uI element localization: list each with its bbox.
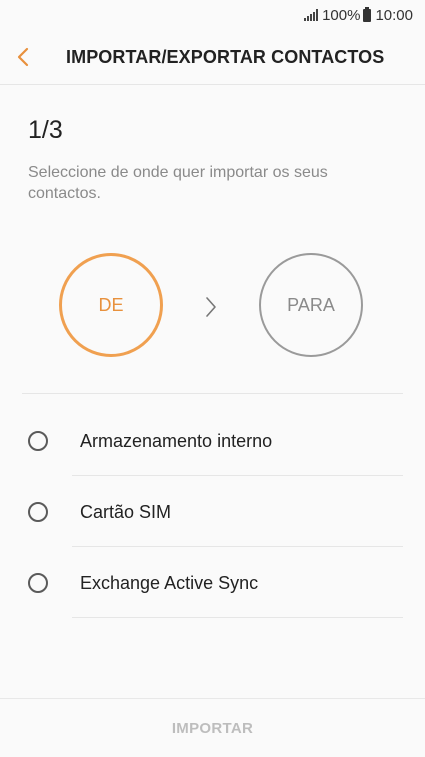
- step-indicator: 1/3: [28, 116, 63, 144]
- divider: [22, 393, 403, 394]
- to-label: PARA: [287, 294, 335, 315]
- battery-icon: [363, 6, 372, 22]
- option-internal-storage[interactable]: Armazenamento interno: [0, 406, 425, 476]
- back-button[interactable]: [16, 35, 60, 79]
- divider: [72, 475, 403, 476]
- signal-icon: [303, 9, 319, 21]
- battery-percent: 100%: [322, 6, 361, 24]
- chevron-right-icon: [206, 297, 216, 317]
- chevron-left-icon: [17, 47, 29, 67]
- option-label: Cartão SIM: [80, 501, 172, 522]
- app-bar: IMPORTAR/EXPORTAR CONTACTOS: [0, 30, 425, 85]
- to-step-circle: PARA: [259, 253, 363, 357]
- radio-button[interactable]: [28, 431, 48, 451]
- import-button[interactable]: IMPORTAR: [172, 720, 253, 737]
- option-exchange-active-sync[interactable]: Exchange Active Sync: [0, 548, 425, 618]
- option-label: Armazenamento interno: [80, 430, 273, 451]
- from-label: DE: [98, 294, 124, 315]
- option-sim-card[interactable]: Cartão SIM: [0, 477, 425, 547]
- radio-button[interactable]: [28, 502, 48, 522]
- radio-button[interactable]: [28, 573, 48, 593]
- bottom-bar: IMPORTAR: [0, 698, 425, 757]
- from-step-circle: DE: [59, 253, 163, 357]
- instructions-text: Seleccione de onde quer importar os seus…: [28, 164, 328, 202]
- option-label: Exchange Active Sync: [80, 572, 259, 593]
- divider: [72, 546, 403, 547]
- page-title: IMPORTAR/EXPORTAR CONTACTOS: [66, 46, 385, 67]
- status-bar: 100% 10:00: [0, 0, 425, 30]
- divider: [72, 617, 403, 618]
- clock: 10:00: [375, 6, 413, 24]
